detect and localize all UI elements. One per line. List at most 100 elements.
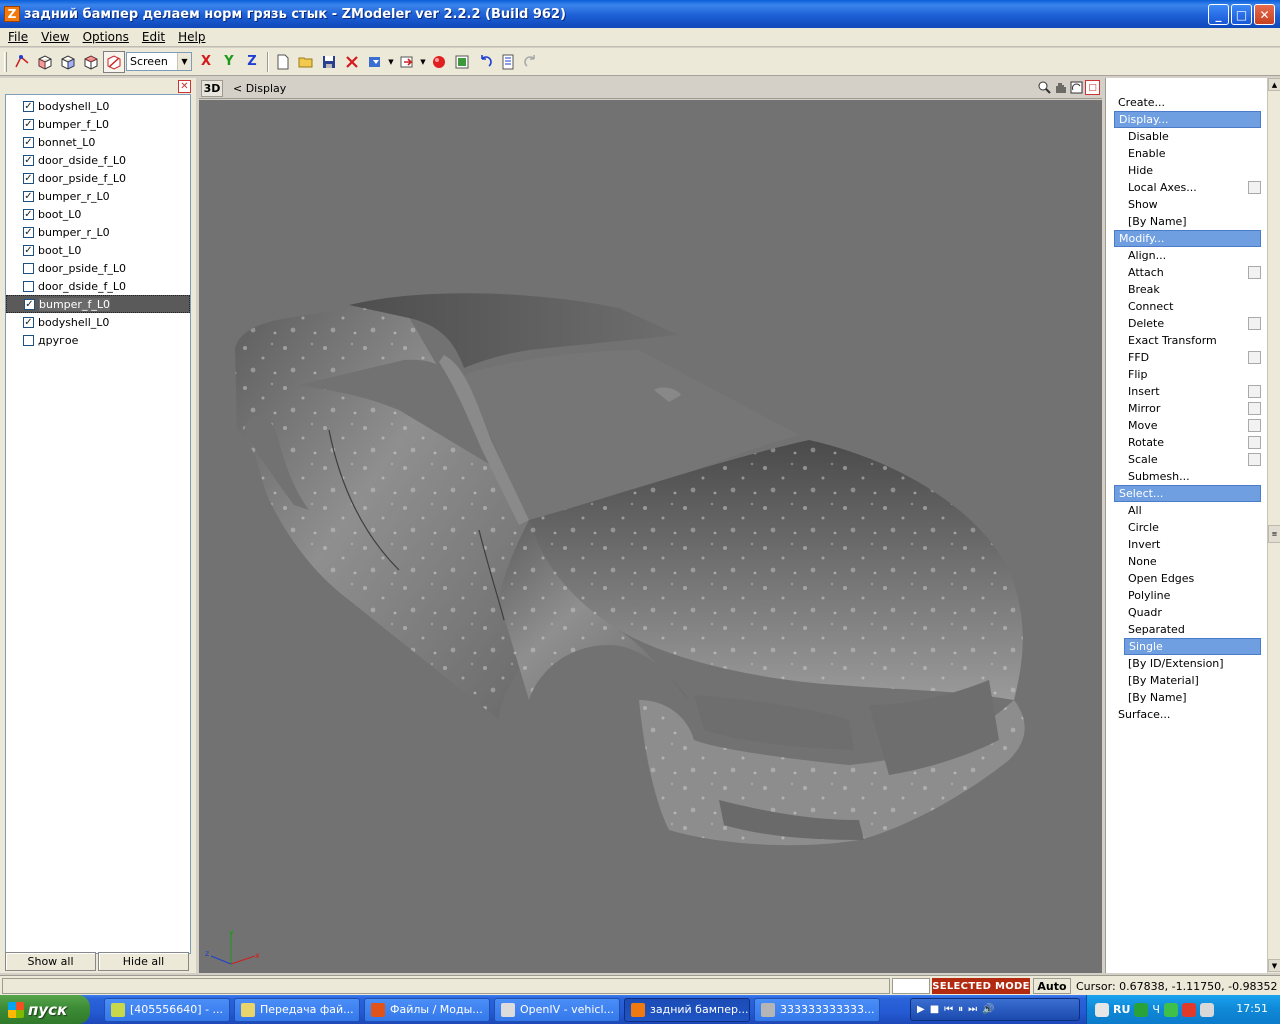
visibility-checkbox[interactable]: ✓: [23, 172, 34, 184]
3d-viewport[interactable]: y x z: [199, 100, 1102, 973]
visibility-checkbox[interactable]: ✓: [23, 244, 34, 256]
export-icon[interactable]: [396, 51, 418, 73]
scroll-down-arrow-icon[interactable]: ▼: [1268, 959, 1280, 972]
command-rotate[interactable]: Rotate: [1106, 434, 1268, 451]
command-attach[interactable]: Attach: [1106, 264, 1268, 281]
command-local-axes[interactable]: Local Axes...: [1106, 179, 1268, 196]
pause-icon[interactable]: ⏸: [958, 1004, 963, 1015]
redo-icon[interactable]: [520, 51, 542, 73]
command-all[interactable]: All: [1106, 502, 1268, 519]
command-modify[interactable]: Modify...: [1114, 230, 1261, 247]
menu-options[interactable]: Options: [78, 30, 134, 44]
menu-help[interactable]: Help: [173, 30, 210, 44]
command-align[interactable]: Align...: [1106, 247, 1268, 264]
command-move[interactable]: Move: [1106, 417, 1268, 434]
play-icon[interactable]: ▶: [917, 1004, 925, 1015]
volume-icon[interactable]: 🔊: [982, 1004, 994, 1015]
start-button[interactable]: пуск: [0, 995, 90, 1024]
select-vertex-icon[interactable]: [11, 51, 33, 73]
scroll-up-arrow-icon[interactable]: ▲: [1268, 78, 1280, 91]
visibility-checkbox[interactable]: ✓: [23, 118, 34, 130]
command-by-material[interactable]: [By Material]: [1106, 672, 1268, 689]
object-row[interactable]: door_pside_f_L0: [6, 259, 190, 277]
object-row[interactable]: ✓ bumper_f_L0: [6, 115, 190, 133]
select-cube-active-icon[interactable]: [103, 50, 125, 73]
command-options-box[interactable]: [1248, 181, 1261, 194]
taskbar-button[interactable]: задний бампер...: [624, 997, 750, 1022]
axis-y-toggle[interactable]: Y: [218, 51, 240, 73]
command-options-box[interactable]: [1248, 385, 1261, 398]
language-icon[interactable]: [1095, 1002, 1109, 1017]
command-submesh[interactable]: Submesh...: [1106, 468, 1268, 485]
object-row[interactable]: ✓ bonnet_L0: [6, 133, 190, 151]
command-invert[interactable]: Invert: [1106, 536, 1268, 553]
command-by-name[interactable]: [By Name]: [1106, 213, 1268, 230]
select-cube-x-icon[interactable]: [80, 51, 102, 73]
axis-x-toggle[interactable]: X: [195, 51, 217, 73]
taskbar-button[interactable]: OpenIV - vehicl...: [494, 997, 620, 1022]
taskbar-button[interactable]: Файлы / Моды...: [364, 997, 490, 1022]
visibility-checkbox[interactable]: ✓: [23, 208, 34, 220]
security-alert-icon[interactable]: [1181, 1002, 1196, 1017]
command-surface[interactable]: Surface...: [1106, 706, 1268, 723]
object-row[interactable]: door_dside_f_L0: [6, 277, 190, 295]
command-flip[interactable]: Flip: [1106, 366, 1268, 383]
command-quadr[interactable]: Quadr: [1106, 604, 1268, 621]
selected-mode-badge[interactable]: SELECTED MODE: [932, 978, 1030, 994]
screenshot-icon[interactable]: [451, 51, 473, 73]
auto-toggle[interactable]: Auto: [1033, 978, 1071, 994]
options-list-icon[interactable]: [497, 51, 519, 73]
zoom-icon[interactable]: [1037, 80, 1052, 95]
object-row[interactable]: ✓ bumper_r_L0: [6, 187, 190, 205]
import-dropdown-chevron-down-icon[interactable]: ▼: [387, 51, 395, 73]
command-options-box[interactable]: [1248, 453, 1261, 466]
command-ffd[interactable]: FFD: [1106, 349, 1268, 366]
maximize-button[interactable]: □: [1231, 4, 1252, 25]
rotate-view-icon[interactable]: [1069, 80, 1084, 95]
object-row[interactable]: ✓ door_dside_f_L0: [6, 151, 190, 169]
command-by-id-extension[interactable]: [By ID/Extension]: [1106, 655, 1268, 672]
visibility-checkbox[interactable]: ✓: [23, 154, 34, 166]
visibility-checkbox[interactable]: ✓: [24, 298, 35, 310]
antivirus-icon[interactable]: [1163, 1002, 1178, 1017]
command-exact-transform[interactable]: Exact Transform: [1106, 332, 1268, 349]
visibility-checkbox[interactable]: ✓: [23, 100, 34, 112]
command-disable[interactable]: Disable: [1106, 128, 1268, 145]
object-row[interactable]: ✓ boot_L0: [6, 241, 190, 259]
save-icon[interactable]: [318, 51, 340, 73]
zmodeler-app-icon[interactable]: Z: [4, 6, 20, 22]
undo-icon[interactable]: [474, 51, 496, 73]
command-scale[interactable]: Scale: [1106, 451, 1268, 468]
viewport-mode-3d[interactable]: 3D: [201, 79, 223, 97]
command-hide[interactable]: Hide: [1106, 162, 1268, 179]
command-select[interactable]: Select...: [1114, 485, 1261, 502]
command-open-edges[interactable]: Open Edges: [1106, 570, 1268, 587]
close-button[interactable]: ✕: [1254, 4, 1275, 25]
close-viewport-icon[interactable]: □: [1085, 80, 1100, 95]
command-display[interactable]: Display...: [1114, 111, 1261, 128]
speaker-icon[interactable]: [1199, 1002, 1214, 1017]
scroll-thumb[interactable]: ≡: [1268, 525, 1280, 543]
command-connect[interactable]: Connect: [1106, 298, 1268, 315]
command-panel-scrollbar[interactable]: ▲ ≡ ▼: [1267, 78, 1280, 973]
axis-z-toggle[interactable]: Z: [241, 51, 263, 73]
select-box-icon[interactable]: [57, 51, 79, 73]
taskbar-button[interactable]: Передача фай...: [234, 997, 360, 1022]
visibility-checkbox[interactable]: [23, 262, 34, 274]
command-single[interactable]: Single: [1124, 638, 1261, 655]
object-row[interactable]: ✓ bodyshell_L0: [6, 313, 190, 331]
pan-hand-icon[interactable]: [1053, 80, 1068, 95]
object-row[interactable]: другое: [6, 331, 190, 349]
menu-edit[interactable]: Edit: [137, 30, 170, 44]
command-options-box[interactable]: [1248, 266, 1261, 279]
coordinate-space-select[interactable]: Screen ▼: [126, 52, 192, 71]
open-folder-icon[interactable]: [295, 51, 317, 73]
previous-icon[interactable]: ⏮: [944, 1004, 953, 1015]
next-icon[interactable]: ⏭: [968, 1004, 977, 1015]
command-break[interactable]: Break: [1106, 281, 1268, 298]
command-insert[interactable]: Insert: [1106, 383, 1268, 400]
command-options-box[interactable]: [1248, 402, 1261, 415]
command-options-box[interactable]: [1248, 317, 1261, 330]
close-icon[interactable]: ✕: [178, 80, 191, 93]
visibility-checkbox[interactable]: ✓: [23, 136, 34, 148]
